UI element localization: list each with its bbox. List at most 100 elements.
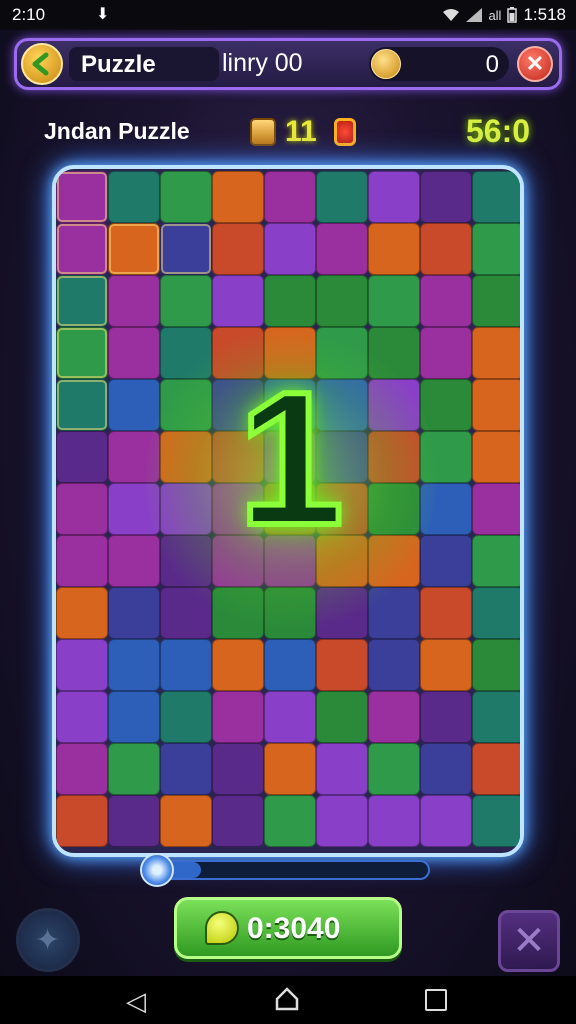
puzzle-piece[interactable] bbox=[212, 171, 264, 223]
puzzle-piece[interactable] bbox=[160, 223, 212, 275]
puzzle-piece[interactable] bbox=[368, 275, 420, 327]
puzzle-piece[interactable] bbox=[472, 795, 520, 847]
puzzle-piece[interactable] bbox=[316, 743, 368, 795]
puzzle-piece[interactable] bbox=[160, 171, 212, 223]
puzzle-piece[interactable] bbox=[420, 223, 472, 275]
puzzle-piece[interactable] bbox=[420, 379, 472, 431]
hint-button[interactable]: ✦ bbox=[16, 908, 80, 972]
puzzle-piece[interactable] bbox=[56, 223, 108, 275]
puzzle-piece[interactable] bbox=[316, 223, 368, 275]
shuffle-button[interactable]: ✕ bbox=[498, 910, 560, 972]
puzzle-piece[interactable] bbox=[316, 691, 368, 743]
puzzle-piece[interactable] bbox=[56, 171, 108, 223]
nav-recent-icon[interactable] bbox=[425, 989, 447, 1011]
nav-home-icon[interactable] bbox=[274, 986, 300, 1012]
puzzle-piece[interactable] bbox=[368, 691, 420, 743]
puzzle-piece[interactable] bbox=[108, 743, 160, 795]
zoom-slider[interactable] bbox=[142, 860, 430, 880]
puzzle-piece[interactable] bbox=[472, 275, 520, 327]
puzzle-piece[interactable] bbox=[472, 743, 520, 795]
puzzle-piece[interactable] bbox=[108, 327, 160, 379]
puzzle-piece[interactable] bbox=[420, 171, 472, 223]
coin-counter: 0 bbox=[369, 47, 509, 81]
puzzle-piece[interactable] bbox=[316, 795, 368, 847]
puzzle-board[interactable]: 1 bbox=[52, 165, 524, 857]
puzzle-piece[interactable] bbox=[56, 795, 108, 847]
timer-button[interactable]: 0:3040 bbox=[174, 897, 402, 959]
puzzle-piece[interactable] bbox=[420, 743, 472, 795]
puzzle-piece[interactable] bbox=[212, 795, 264, 847]
puzzle-piece[interactable] bbox=[316, 275, 368, 327]
puzzle-piece[interactable] bbox=[160, 639, 212, 691]
puzzle-piece[interactable] bbox=[472, 327, 520, 379]
puzzle-piece[interactable] bbox=[212, 691, 264, 743]
puzzle-piece[interactable] bbox=[160, 691, 212, 743]
puzzle-piece[interactable] bbox=[472, 171, 520, 223]
slider-knob[interactable] bbox=[140, 853, 174, 887]
puzzle-piece[interactable] bbox=[420, 795, 472, 847]
puzzle-piece[interactable] bbox=[56, 379, 108, 431]
puzzle-piece[interactable] bbox=[108, 639, 160, 691]
coin-icon bbox=[371, 49, 401, 79]
puzzle-piece[interactable] bbox=[160, 795, 212, 847]
back-button[interactable] bbox=[21, 43, 63, 85]
puzzle-piece[interactable] bbox=[368, 639, 420, 691]
puzzle-piece[interactable] bbox=[108, 223, 160, 275]
puzzle-piece[interactable] bbox=[108, 587, 160, 639]
puzzle-piece[interactable] bbox=[108, 691, 160, 743]
puzzle-piece[interactable] bbox=[316, 639, 368, 691]
puzzle-piece[interactable] bbox=[56, 691, 108, 743]
puzzle-piece[interactable] bbox=[264, 639, 316, 691]
puzzle-piece[interactable] bbox=[56, 535, 108, 587]
puzzle-piece[interactable] bbox=[212, 223, 264, 275]
puzzle-piece[interactable] bbox=[472, 639, 520, 691]
puzzle-piece[interactable] bbox=[472, 379, 520, 431]
puzzle-piece[interactable] bbox=[264, 223, 316, 275]
puzzle-piece[interactable] bbox=[108, 379, 160, 431]
puzzle-piece[interactable] bbox=[108, 171, 160, 223]
puzzle-name: Jndan Puzzle bbox=[44, 118, 190, 144]
puzzle-piece[interactable] bbox=[56, 639, 108, 691]
puzzle-piece[interactable] bbox=[264, 171, 316, 223]
puzzle-piece[interactable] bbox=[420, 535, 472, 587]
puzzle-piece[interactable] bbox=[368, 795, 420, 847]
puzzle-piece[interactable] bbox=[56, 483, 108, 535]
puzzle-piece[interactable] bbox=[368, 743, 420, 795]
close-button[interactable]: ✕ bbox=[517, 46, 553, 82]
puzzle-piece[interactable] bbox=[56, 275, 108, 327]
puzzle-piece[interactable] bbox=[56, 587, 108, 639]
puzzle-piece[interactable] bbox=[160, 275, 212, 327]
puzzle-piece[interactable] bbox=[420, 327, 472, 379]
puzzle-piece[interactable] bbox=[212, 743, 264, 795]
puzzle-piece[interactable] bbox=[264, 795, 316, 847]
puzzle-piece[interactable] bbox=[212, 639, 264, 691]
puzzle-piece[interactable] bbox=[420, 639, 472, 691]
puzzle-piece[interactable] bbox=[472, 223, 520, 275]
puzzle-piece[interactable] bbox=[420, 691, 472, 743]
puzzle-piece[interactable] bbox=[368, 223, 420, 275]
gem-icon bbox=[334, 118, 356, 146]
puzzle-piece[interactable] bbox=[316, 171, 368, 223]
puzzle-piece[interactable] bbox=[160, 743, 212, 795]
puzzle-piece[interactable] bbox=[472, 691, 520, 743]
puzzle-piece[interactable] bbox=[108, 275, 160, 327]
puzzle-piece[interactable] bbox=[108, 535, 160, 587]
signal-label: all bbox=[488, 7, 502, 23]
puzzle-piece[interactable] bbox=[420, 587, 472, 639]
wifi-icon bbox=[442, 8, 460, 22]
puzzle-piece[interactable] bbox=[264, 743, 316, 795]
cross-icon: ✕ bbox=[512, 919, 546, 963]
puzzle-piece[interactable] bbox=[264, 691, 316, 743]
puzzle-piece[interactable] bbox=[212, 275, 264, 327]
puzzle-piece[interactable] bbox=[472, 483, 520, 535]
puzzle-piece[interactable] bbox=[420, 275, 472, 327]
puzzle-piece[interactable] bbox=[368, 171, 420, 223]
puzzle-piece[interactable] bbox=[56, 327, 108, 379]
puzzle-piece[interactable] bbox=[56, 743, 108, 795]
puzzle-piece[interactable] bbox=[108, 795, 160, 847]
puzzle-piece[interactable] bbox=[472, 535, 520, 587]
puzzle-piece[interactable] bbox=[472, 431, 520, 483]
puzzle-piece[interactable] bbox=[56, 431, 108, 483]
nav-back-icon[interactable]: ◁ bbox=[126, 986, 146, 1017]
puzzle-piece[interactable] bbox=[472, 587, 520, 639]
